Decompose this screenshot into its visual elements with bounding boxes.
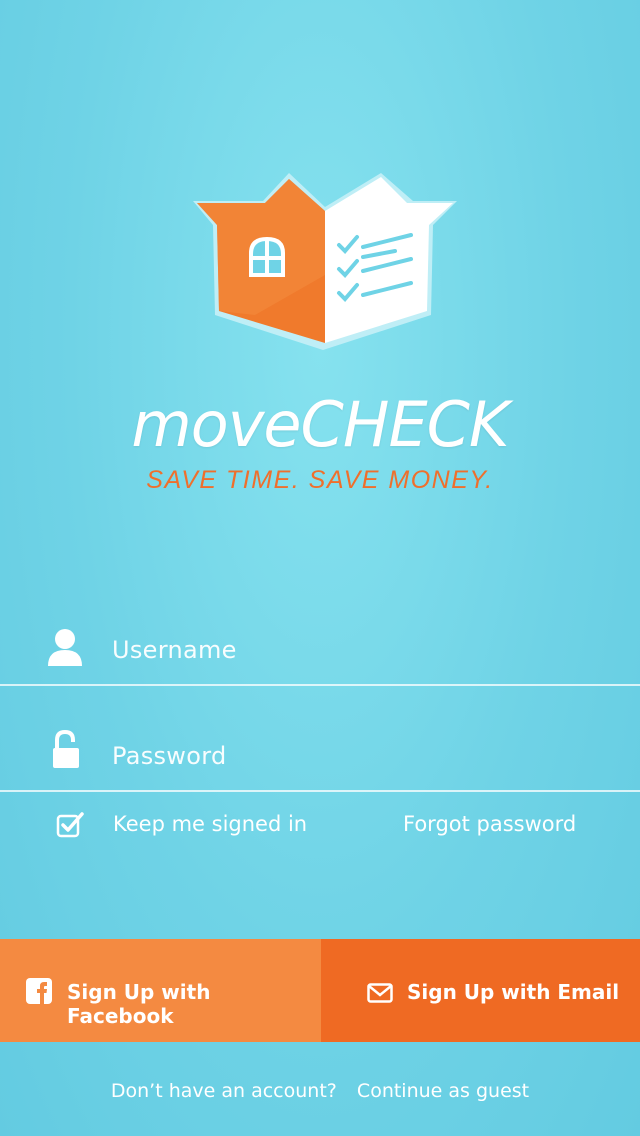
keep-signed-in-checkbox-icon[interactable]	[56, 810, 84, 838]
password-field[interactable]: Password	[0, 688, 640, 792]
brand-tagline: SAVE TIME. SAVE MONEY.	[146, 466, 494, 494]
continue-as-guest-link[interactable]: Continue as guest	[357, 1080, 529, 1102]
movecheck-logo	[193, 173, 457, 350]
forgot-password-link[interactable]: Forgot password	[403, 812, 576, 836]
signup-email-button[interactable]: Sign Up with Email	[321, 939, 640, 1042]
keep-signed-in-label[interactable]: Keep me signed in	[113, 812, 307, 836]
username-field[interactable]: Username	[0, 582, 640, 686]
unlock-icon	[53, 730, 79, 768]
password-placeholder: Password	[112, 742, 227, 770]
no-account-text: Don’t have an account?	[110, 1080, 337, 1102]
brand-name: moveCHECK	[131, 388, 509, 461]
signup-facebook-button[interactable]: Sign Up with Facebook	[0, 939, 321, 1042]
signup-facebook-label: Sign Up with Facebook	[67, 980, 211, 1028]
username-placeholder: Username	[112, 636, 237, 664]
signup-email-label: Sign Up with Email	[407, 980, 620, 1004]
login-options: Keep me signed in Forgot password	[0, 806, 640, 846]
username-divider	[0, 684, 640, 686]
user-icon	[48, 629, 82, 666]
signup-buttons: Sign Up with Facebook Sign Up with Email	[0, 939, 640, 1042]
footer: Don’t have an account? Continue as guest	[0, 1080, 640, 1102]
facebook-icon	[26, 978, 52, 1004]
mail-icon	[367, 983, 393, 1003]
password-divider	[0, 790, 640, 792]
